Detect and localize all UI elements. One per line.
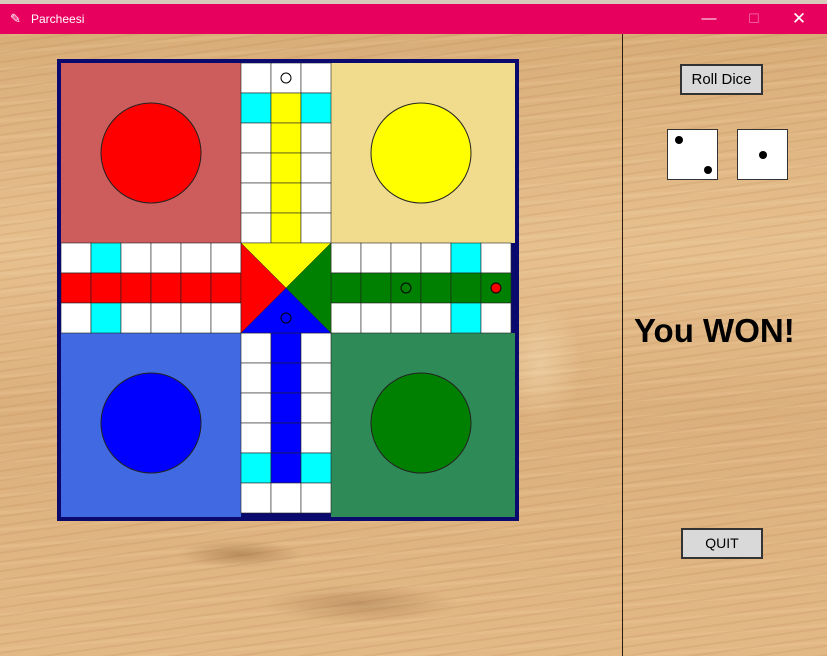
track-cell xyxy=(90,302,122,334)
track-cell xyxy=(240,63,272,94)
minimize-button[interactable]: — xyxy=(686,4,732,34)
track-cell xyxy=(270,182,302,214)
track-cell xyxy=(90,242,122,274)
track-cell xyxy=(300,92,332,124)
track-cell xyxy=(240,362,272,394)
track-cell xyxy=(61,302,92,334)
token[interactable] xyxy=(490,282,502,294)
track-cell xyxy=(300,122,332,154)
close-button[interactable]: ✕ xyxy=(776,4,822,34)
track-cell xyxy=(330,242,362,274)
track-cell xyxy=(300,182,332,214)
roll-dice-button[interactable]: Roll Dice xyxy=(680,64,763,95)
status-message: You WON! xyxy=(634,312,795,349)
track-cell xyxy=(300,63,332,94)
window-title: Parcheesi xyxy=(31,12,85,26)
die-pip xyxy=(704,166,712,174)
token[interactable] xyxy=(400,282,412,294)
track-cell xyxy=(150,242,182,274)
yellow-home-circle xyxy=(370,102,472,204)
track-cell xyxy=(240,332,272,364)
track-cell xyxy=(300,392,332,424)
panel-divider xyxy=(622,34,623,656)
track-cell xyxy=(300,212,332,244)
track-cell xyxy=(330,302,362,334)
track-cell xyxy=(240,482,272,514)
red-home-circle xyxy=(100,102,202,204)
track-cell xyxy=(270,392,302,424)
track-cell xyxy=(300,482,332,514)
track-cell xyxy=(240,422,272,454)
track-cell xyxy=(300,452,332,484)
track-cell xyxy=(450,242,482,274)
track-cell xyxy=(240,152,272,184)
token[interactable] xyxy=(280,72,292,84)
track-cell xyxy=(120,242,152,274)
track-cell xyxy=(270,152,302,184)
track-cell xyxy=(270,92,302,124)
track-cell xyxy=(210,302,242,334)
track-cell xyxy=(90,272,122,304)
die-2 xyxy=(737,129,788,180)
quit-button[interactable]: QUIT xyxy=(681,528,763,559)
ludo-board xyxy=(57,59,519,521)
track-cell xyxy=(270,422,302,454)
track-cell xyxy=(240,182,272,214)
track-cell xyxy=(390,302,422,334)
die-pip xyxy=(759,151,767,159)
track-cell xyxy=(480,302,512,334)
track-cell xyxy=(360,302,392,334)
track-cell xyxy=(120,272,152,304)
track-cell xyxy=(210,272,242,304)
die-pip xyxy=(675,136,683,144)
track-cell xyxy=(180,272,212,304)
track-cell xyxy=(240,92,272,124)
track-cell xyxy=(270,332,302,364)
track-cell xyxy=(420,302,452,334)
green-home-circle xyxy=(370,372,472,474)
track-cell xyxy=(270,212,302,244)
track-cell xyxy=(270,362,302,394)
feather-icon: ✎ xyxy=(10,11,21,26)
track-cell xyxy=(270,482,302,514)
game-area: Roll Dice You WON! QUIT xyxy=(0,34,827,656)
maximize-button[interactable]: ☐ xyxy=(731,4,777,34)
track-cell xyxy=(61,242,92,274)
track-cell xyxy=(270,452,302,484)
track-cell xyxy=(480,242,512,274)
track-cell xyxy=(420,272,452,304)
track-cell xyxy=(240,212,272,244)
die-1 xyxy=(667,129,718,180)
track-cell xyxy=(420,242,452,274)
track-cell xyxy=(330,272,362,304)
track-cell xyxy=(390,242,422,274)
track-cell xyxy=(120,302,152,334)
track-cell xyxy=(240,122,272,154)
track-cell xyxy=(300,362,332,394)
track-cell xyxy=(240,392,272,424)
board-canvas xyxy=(61,63,515,517)
track-cell xyxy=(300,152,332,184)
track-cell xyxy=(360,242,392,274)
token[interactable] xyxy=(280,312,292,324)
track-cell xyxy=(300,422,332,454)
track-cell xyxy=(240,452,272,484)
track-cell xyxy=(450,302,482,334)
track-cell xyxy=(180,302,212,334)
track-cell xyxy=(61,272,92,304)
track-cell xyxy=(270,122,302,154)
track-cell xyxy=(360,272,392,304)
track-cell xyxy=(210,242,242,274)
blue-home-circle xyxy=(100,372,202,474)
track-cell xyxy=(150,302,182,334)
track-cell xyxy=(150,272,182,304)
title-bar[interactable]: ✎ Parcheesi — ☐ ✕ xyxy=(0,4,827,34)
track-cell xyxy=(180,242,212,274)
track-cell xyxy=(300,332,332,364)
track-cell xyxy=(450,272,482,304)
